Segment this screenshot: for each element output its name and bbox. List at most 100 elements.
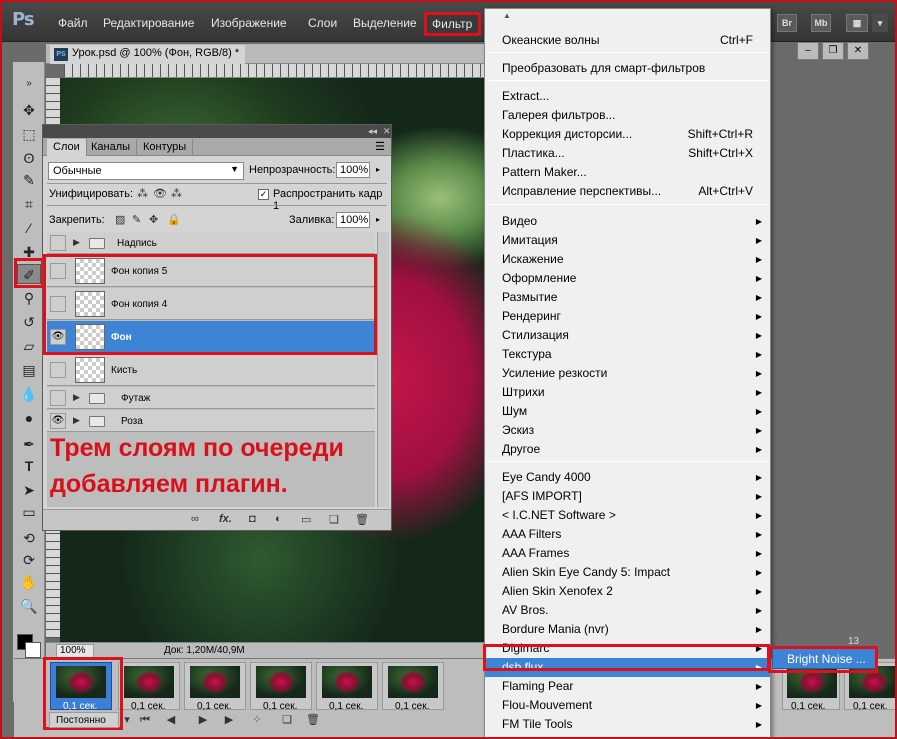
collapse-panel-icon[interactable]: ◂◂ xyxy=(368,126,377,137)
type-tool-icon[interactable]: T xyxy=(17,456,41,476)
filter-menu-item[interactable]: FM Tile Tools ▶ xyxy=(485,715,770,734)
filter-menu-item[interactable]: Шум ▶ xyxy=(485,402,770,421)
filter-menu-item[interactable]: Размытие ▶ xyxy=(485,288,770,307)
unify-position-icon[interactable]: ⁂ xyxy=(137,187,148,200)
filter-menu-item[interactable]: < I.C.NET Software > ▶ xyxy=(485,506,770,525)
layer-row-group-roza[interactable]: 👁 ▶ Роза xyxy=(47,410,375,432)
filter-menu-item[interactable]: AAA Frames ▶ xyxy=(485,544,770,563)
filter-menu-item[interactable]: Другое ▶ xyxy=(485,440,770,459)
layer-row-kist[interactable]: Кисть xyxy=(47,354,375,386)
minimize-button[interactable]: – xyxy=(797,42,819,60)
blend-mode-select[interactable]: Обычные ▼ xyxy=(48,162,244,180)
filter-menu-item[interactable]: Галерея фильтров... xyxy=(485,106,770,125)
opacity-field[interactable]: 100% xyxy=(336,162,370,178)
visibility-toggle[interactable] xyxy=(50,235,66,251)
frame-delay[interactable]: 0,1 сек. xyxy=(197,701,231,712)
unify-visibility-icon[interactable]: 👁 xyxy=(153,187,167,200)
zoom-level-field[interactable]: 100% xyxy=(56,644,94,658)
gradient-tool-icon[interactable]: ▤ xyxy=(17,360,41,380)
propagate-frame-checkbox[interactable]: ✓ xyxy=(258,189,269,200)
menu-image[interactable]: Изображение xyxy=(211,16,287,30)
frame-delay[interactable]: 0,1 сек. xyxy=(395,701,429,712)
background-color-swatch[interactable] xyxy=(25,642,41,658)
move-tool-icon[interactable]: ✥ xyxy=(17,100,41,120)
mask-icon[interactable]: ◘ xyxy=(249,513,256,525)
filter-menu-item[interactable]: Alien Skin Xenofex 2 ▶ xyxy=(485,582,770,601)
filter-menu-item[interactable]: Alien Skin Eye Candy 5: Impact ▶ xyxy=(485,563,770,582)
animation-frame[interactable]: 0,1 сек. xyxy=(382,662,444,712)
history-brush-tool-icon[interactable]: ↺ xyxy=(17,312,41,332)
lock-pixels-icon[interactable]: ✎ xyxy=(132,213,141,226)
expand-triangle-icon[interactable]: ▶ xyxy=(73,392,80,403)
frame-delay[interactable]: 0,1 сек. xyxy=(791,701,825,712)
filter-menu-item[interactable]: Pattern Maker... xyxy=(485,163,770,182)
filter-menu-item[interactable]: Рендеринг ▶ xyxy=(485,307,770,326)
layer-row-group-futazh[interactable]: ▶ Футаж xyxy=(47,387,375,409)
marquee-tool-icon[interactable]: ⬚ xyxy=(17,124,41,144)
animation-frame[interactable]: 0,1 сек. xyxy=(250,662,312,712)
new-group-icon[interactable]: ▭ xyxy=(301,513,311,526)
eyedropper-tool-icon[interactable]: ⁄ xyxy=(17,218,41,238)
3d-orbit-tool-icon[interactable]: ⟳ xyxy=(17,550,41,570)
menu-select[interactable]: Выделение xyxy=(353,16,417,30)
lock-transparency-icon[interactable]: ▨ xyxy=(115,213,125,226)
loop-dropdown-icon[interactable]: ▾ xyxy=(119,712,135,728)
filter-menu-item[interactable]: Пластика... Shift+Ctrl+X xyxy=(485,144,770,163)
panel-collapse-icon[interactable]: » xyxy=(17,74,41,94)
filter-menu-item[interactable]: Eye Candy 4000 ▶ xyxy=(485,468,770,487)
unify-style-icon[interactable]: ⁂ xyxy=(171,187,182,200)
next-frame-icon[interactable]: ▶ xyxy=(221,712,237,728)
lock-all-icon[interactable]: 🔒 xyxy=(167,213,181,226)
blur-tool-icon[interactable]: 💧 xyxy=(17,384,41,404)
crop-tool-icon[interactable]: ⌗ xyxy=(17,194,41,214)
filter-menu-item[interactable]: Имитация ▶ xyxy=(485,231,770,250)
delete-frame-icon[interactable]: 🗑 xyxy=(305,712,321,728)
filter-menu-item[interactable]: Эскиз ▶ xyxy=(485,421,770,440)
visibility-toggle[interactable] xyxy=(50,390,66,406)
menu-filter[interactable]: Фильтр xyxy=(424,12,481,36)
close-button[interactable]: ✕ xyxy=(847,42,869,60)
menu-layers[interactable]: Слои xyxy=(308,16,337,30)
eye-icon[interactable]: 👁 xyxy=(50,413,66,429)
hand-tool-icon[interactable]: ✋ xyxy=(17,572,41,592)
filter-menu-item[interactable]: AV Bros. ▶ xyxy=(485,601,770,620)
adjustment-icon[interactable]: ◐ xyxy=(275,513,282,525)
filter-menu-item[interactable]: Видео ▶ xyxy=(485,212,770,231)
frame-delay[interactable]: 0,1 сек. xyxy=(853,701,887,712)
restore-button[interactable]: ❐ xyxy=(822,42,844,60)
layout-icon[interactable]: ▦ xyxy=(846,14,868,32)
link-icon[interactable]: ∞ xyxy=(191,513,199,525)
filter-menu-item[interactable]: [AFS IMPORT] ▶ xyxy=(485,487,770,506)
panel-menu-icon[interactable]: ☰ xyxy=(375,140,385,153)
filter-menu-item[interactable]: Текстура ▶ xyxy=(485,345,770,364)
filter-menu-item[interactable]: Стилизация ▶ xyxy=(485,326,770,345)
visibility-toggle[interactable] xyxy=(50,362,66,378)
menu-scroll-up-icon[interactable]: ▲ xyxy=(503,11,511,20)
trash-icon[interactable]: 🗑 xyxy=(355,513,369,526)
filter-menu-item[interactable]: AAA Filters ▶ xyxy=(485,525,770,544)
frame-delay[interactable]: 0,1 сек. xyxy=(131,701,165,712)
filter-menu-item[interactable]: Усиление резкости ▶ xyxy=(485,364,770,383)
frame-delay[interactable]: 0,1 сек. xyxy=(329,701,363,712)
pen-tool-icon[interactable]: ✒ xyxy=(17,434,41,454)
lasso-tool-icon[interactable]: ʘ xyxy=(17,148,41,168)
document-tab[interactable]: PS Урок.psd @ 100% (Фон, RGB/8) * xyxy=(50,45,246,64)
menu-edit[interactable]: Редактирование xyxy=(103,16,194,30)
quick-select-tool-icon[interactable]: ✎ xyxy=(17,170,41,190)
tab-paths[interactable]: Контуры xyxy=(137,139,194,156)
filter-menu-item[interactable]: Коррекция дисторсии... Shift+Ctrl+R xyxy=(485,125,770,144)
filter-menu-item[interactable]: Исправление перспективы... Alt+Ctrl+V xyxy=(485,182,770,201)
frame-delay[interactable]: 0,1 сек. xyxy=(263,701,297,712)
filter-menu-item[interactable]: Bordure Mania (nvr) ▶ xyxy=(485,620,770,639)
layer-row-group-nadpis[interactable]: ▶ Надпись xyxy=(47,232,375,254)
eraser-tool-icon[interactable]: ▱ xyxy=(17,336,41,356)
play-icon[interactable]: ▶ xyxy=(195,712,211,728)
dropdown-icon[interactable]: ▾ xyxy=(872,14,888,32)
shape-tool-icon[interactable]: ▭ xyxy=(17,502,41,522)
animation-frame[interactable]: 0,1 сек. xyxy=(184,662,246,712)
tab-layers[interactable]: Слои xyxy=(47,139,87,156)
filter-menu-item[interactable]: Преобразовать для смарт-фильтров xyxy=(485,59,770,78)
close-panel-icon[interactable]: ✕ xyxy=(383,126,391,137)
fill-field[interactable]: 100% xyxy=(336,212,370,228)
new-layer-icon[interactable]: ❏ xyxy=(329,513,339,526)
